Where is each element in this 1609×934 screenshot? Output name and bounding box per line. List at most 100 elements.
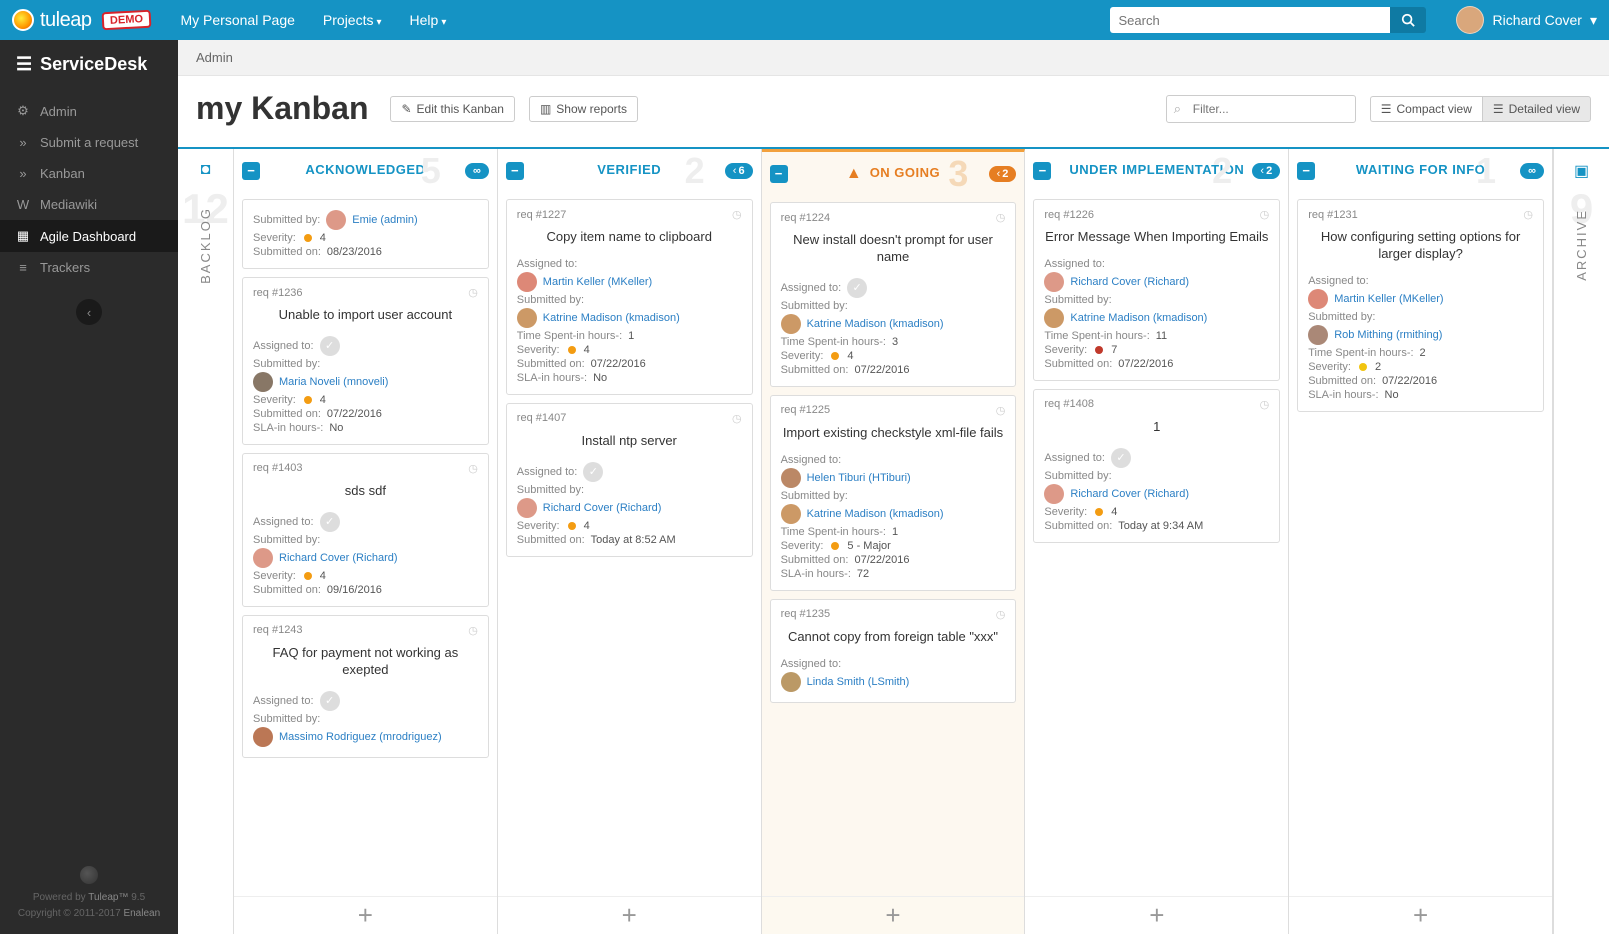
- wip-badge[interactable]: 2: [1252, 163, 1280, 179]
- card-id: req #1407: [517, 412, 567, 424]
- card-row: Severity:4: [1044, 506, 1269, 518]
- field-value: 7: [1111, 344, 1117, 356]
- user-link[interactable]: Katrine Madison (kmadison): [1070, 312, 1207, 324]
- sidebar-collapse-button[interactable]: ‹: [76, 299, 102, 325]
- kanban-card[interactable]: req #1243◷FAQ for payment not working as…: [242, 615, 489, 758]
- filter-input[interactable]: [1166, 95, 1356, 123]
- add-card-button[interactable]: +: [498, 896, 761, 934]
- sidebar-item-kanban[interactable]: »Kanban: [0, 158, 178, 189]
- field-value: 4: [1111, 506, 1117, 518]
- breadcrumb[interactable]: Admin: [178, 40, 1609, 76]
- user-link[interactable]: Martin Keller (MKeller): [543, 276, 652, 288]
- kanban-card[interactable]: req #1231◷How configuring setting option…: [1297, 199, 1544, 412]
- card-title: How configuring setting options for larg…: [1308, 225, 1533, 273]
- kanban-card[interactable]: req #1225◷Import existing checkstyle xml…: [770, 395, 1017, 591]
- kanban-card[interactable]: Submitted by:Emie (admin)Severity:4Submi…: [242, 199, 489, 269]
- field-label: Submitted on:: [253, 584, 321, 596]
- archive-rail[interactable]: ▣ 9 ARCHIVE: [1553, 149, 1609, 934]
- topbar: tuleap DEMO My Personal Page Projects He…: [0, 0, 1609, 40]
- sidebar-item-submit-a-request[interactable]: »Submit a request: [0, 127, 178, 158]
- kanban-card[interactable]: req #1235◷Cannot copy from foreign table…: [770, 599, 1017, 703]
- user-link[interactable]: Emie (admin): [352, 214, 417, 226]
- avatar: [1044, 272, 1064, 292]
- wip-badge[interactable]: 2: [989, 166, 1017, 182]
- user-menu[interactable]: Richard Cover ▾: [1456, 6, 1597, 34]
- user-link[interactable]: Richard Cover (Richard): [1070, 276, 1189, 288]
- field-label: Severity:: [781, 540, 824, 552]
- add-card-button[interactable]: +: [1289, 896, 1552, 934]
- column-collapse-button[interactable]: −: [1033, 162, 1051, 180]
- search-input[interactable]: [1110, 7, 1390, 33]
- show-reports-button[interactable]: ▥Show reports: [529, 96, 638, 122]
- search-button[interactable]: [1390, 7, 1426, 33]
- main: Admin my Kanban ✎Edit this Kanban ▥Show …: [178, 40, 1609, 934]
- user-link[interactable]: Massimo Rodriguez (mrodriguez): [279, 731, 442, 743]
- field-label: Time Spent-in hours-:: [517, 330, 622, 342]
- clock-icon: ◷: [996, 608, 1006, 621]
- field-label: Time Spent-in hours-:: [781, 336, 886, 348]
- inbox-icon: ◘: [201, 161, 211, 179]
- field-label: Assigned to:: [253, 340, 314, 352]
- add-card-button[interactable]: +: [234, 896, 497, 934]
- wip-badge[interactable]: [465, 163, 489, 179]
- card-row: Time Spent-in hours-:2: [1308, 347, 1533, 359]
- user-link[interactable]: Richard Cover (Richard): [1070, 488, 1189, 500]
- user-link[interactable]: Maria Noveli (mnoveli): [279, 376, 388, 388]
- sidebar-item-trackers[interactable]: ≡Trackers: [0, 252, 178, 283]
- field-value: 5 - Major: [847, 540, 890, 552]
- logo-area[interactable]: tuleap DEMO: [12, 9, 151, 32]
- column-body[interactable]: req #1224◷New install doesn't prompt for…: [762, 196, 1025, 896]
- severity-dot-icon: [831, 352, 839, 360]
- column-collapse-button[interactable]: −: [1297, 162, 1315, 180]
- column-collapse-button[interactable]: −: [770, 165, 788, 183]
- nav-help[interactable]: Help: [410, 12, 447, 28]
- kanban-card[interactable]: req #1226◷Error Message When Importing E…: [1033, 199, 1280, 381]
- kanban-card[interactable]: req #1224◷New install doesn't prompt for…: [770, 202, 1017, 387]
- card-row: Martin Keller (MKeller): [517, 272, 742, 292]
- user-link[interactable]: Katrine Madison (kmadison): [543, 312, 680, 324]
- user-link[interactable]: Helen Tiburi (HTiburi): [807, 472, 911, 484]
- user-link[interactable]: Richard Cover (Richard): [543, 502, 662, 514]
- unassigned-icon: ✓: [1111, 448, 1131, 468]
- kanban-card[interactable]: req #1403◷sds sdfAssigned to:✓Submitted …: [242, 453, 489, 607]
- user-link[interactable]: Katrine Madison (kmadison): [807, 508, 944, 520]
- wip-badge[interactable]: [1520, 163, 1544, 179]
- detailed-view-button[interactable]: ☰Detailed view: [1482, 96, 1591, 122]
- field-value: Today at 9:34 AM: [1118, 520, 1203, 532]
- nav-projects[interactable]: Projects: [323, 12, 382, 28]
- project-name[interactable]: ☰ ServiceDesk: [0, 40, 178, 89]
- kanban-card[interactable]: req #1236◷Unable to import user accountA…: [242, 277, 489, 445]
- sidebar-item-agile-dashboard[interactable]: ▦Agile Dashboard: [0, 220, 178, 252]
- field-value: 1: [628, 330, 634, 342]
- sidebar-item-admin[interactable]: ⚙Admin: [0, 95, 178, 127]
- column-body[interactable]: req #1226◷Error Message When Importing E…: [1025, 193, 1288, 896]
- kanban-card[interactable]: req #1227◷Copy item name to clipboardAss…: [506, 199, 753, 395]
- compact-view-button[interactable]: ☰Compact view: [1370, 96, 1482, 122]
- column-body[interactable]: req #1231◷How configuring setting option…: [1289, 193, 1552, 896]
- user-link[interactable]: Linda Smith (LSmith): [807, 676, 910, 688]
- backlog-rail[interactable]: ◘ 12 BACKLOG: [178, 149, 234, 934]
- wip-badge[interactable]: 6: [725, 163, 753, 179]
- column-body[interactable]: Submitted by:Emie (admin)Severity:4Submi…: [234, 193, 497, 896]
- edit-kanban-button[interactable]: ✎Edit this Kanban: [390, 96, 514, 122]
- column-body[interactable]: req #1227◷Copy item name to clipboardAss…: [498, 193, 761, 896]
- column-collapse-button[interactable]: −: [506, 162, 524, 180]
- enalean-link[interactable]: Enalean: [123, 908, 160, 919]
- add-card-button[interactable]: +: [1025, 896, 1288, 934]
- user-link[interactable]: Martin Keller (MKeller): [1334, 293, 1443, 305]
- tuleap-link[interactable]: Tuleap™: [88, 892, 128, 903]
- sidebar-item-mediawiki[interactable]: WMediawiki: [0, 189, 178, 220]
- kanban-card[interactable]: req #1407◷Install ntp serverAssigned to:…: [506, 403, 753, 557]
- clock-icon: ◷: [1260, 398, 1270, 411]
- add-card-button[interactable]: +: [762, 896, 1025, 934]
- avatar: [253, 548, 273, 568]
- kanban-card[interactable]: req #1408◷1Assigned to:✓Submitted by:Ric…: [1033, 389, 1280, 543]
- card-header: req #1227◷: [517, 208, 742, 221]
- wiki-icon: W: [16, 197, 30, 212]
- user-link[interactable]: Richard Cover (Richard): [279, 552, 398, 564]
- nav-personal[interactable]: My Personal Page: [181, 12, 295, 28]
- field-label: Time Spent-in hours-:: [781, 526, 886, 538]
- column-collapse-button[interactable]: −: [242, 162, 260, 180]
- user-link[interactable]: Rob Mithing (rmithing): [1334, 329, 1442, 341]
- user-link[interactable]: Katrine Madison (kmadison): [807, 318, 944, 330]
